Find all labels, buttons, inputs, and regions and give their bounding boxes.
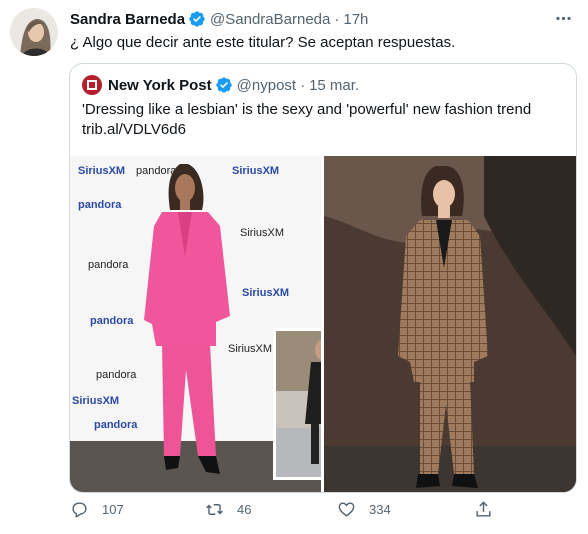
backdrop-logo: pandora (88, 259, 129, 271)
retweet-button[interactable]: 46 (205, 500, 251, 519)
backdrop-logo: SiriusXM (240, 227, 284, 239)
quoted-tweet-card[interactable]: New York Post @nypost · 15 mar. 'Dressin… (69, 63, 577, 493)
quoted-text: 'Dressing like a lesbian' is the sexy an… (82, 100, 531, 140)
backdrop-logo: pandora (78, 199, 122, 211)
quoted-link[interactable]: trib.al/VDLV6d6 (82, 120, 531, 140)
like-icon (338, 502, 355, 517)
verified-badge-icon (215, 77, 232, 93)
author-name[interactable]: Sandra Barneda (70, 11, 185, 28)
backdrop-logo: SiriusXM (78, 165, 125, 177)
backdrop-logo: pandora (94, 419, 138, 431)
reply-icon (72, 502, 87, 518)
backdrop-logo: SiriusXM (232, 165, 279, 177)
author-handle[interactable]: @SandraBarneda (210, 11, 330, 28)
backdrop-logo: SiriusXM (228, 343, 272, 355)
quoted-headline: 'Dressing like a lesbian' is the sexy an… (82, 101, 532, 118)
retweet-icon (206, 504, 223, 515)
backdrop-logo: pandora (90, 315, 134, 327)
backdrop-logo: pandora (136, 165, 177, 177)
tweet-actions: 107 46 334 (70, 500, 500, 526)
retweet-count: 46 (237, 502, 252, 517)
tweet-header: Sandra Barneda @SandraBarneda · 17h (70, 10, 368, 28)
quoted-header: New York Post @nypost · 15 mar. (82, 75, 359, 95)
verified-badge-icon (189, 11, 205, 27)
quoted-separator: · (300, 76, 306, 94)
quoted-author-name[interactable]: New York Post (108, 77, 212, 94)
author-avatar[interactable] (10, 8, 58, 56)
more-icon[interactable] (550, 6, 576, 30)
reply-count: 107 (102, 502, 124, 517)
tweet-text: ¿ Algo que decir ante este titular? Se a… (70, 34, 456, 51)
quoted-media[interactable]: SiriusXM pandora SiriusXM pandora Sirius… (70, 156, 576, 492)
photo-pink-suit[interactable]: SiriusXM pandora SiriusXM pandora Sirius… (70, 156, 321, 492)
like-button[interactable]: 334 (337, 500, 391, 519)
photo-plaid-suit[interactable] (324, 156, 576, 492)
nypost-avatar[interactable] (82, 75, 102, 95)
tweet-time[interactable]: 17h (343, 11, 368, 28)
backdrop-logo: SiriusXM (242, 287, 289, 299)
share-icon (476, 501, 491, 517)
quoted-handle[interactable]: @nypost (237, 77, 296, 94)
like-count: 334 (369, 502, 391, 517)
quoted-date[interactable]: 15 mar. (309, 77, 359, 94)
reply-button[interactable]: 107 (70, 500, 124, 519)
backdrop-logo: pandora (96, 369, 137, 381)
share-button[interactable] (474, 500, 506, 519)
header-separator: · (334, 10, 340, 28)
backdrop-logo: SiriusXM (72, 395, 119, 407)
